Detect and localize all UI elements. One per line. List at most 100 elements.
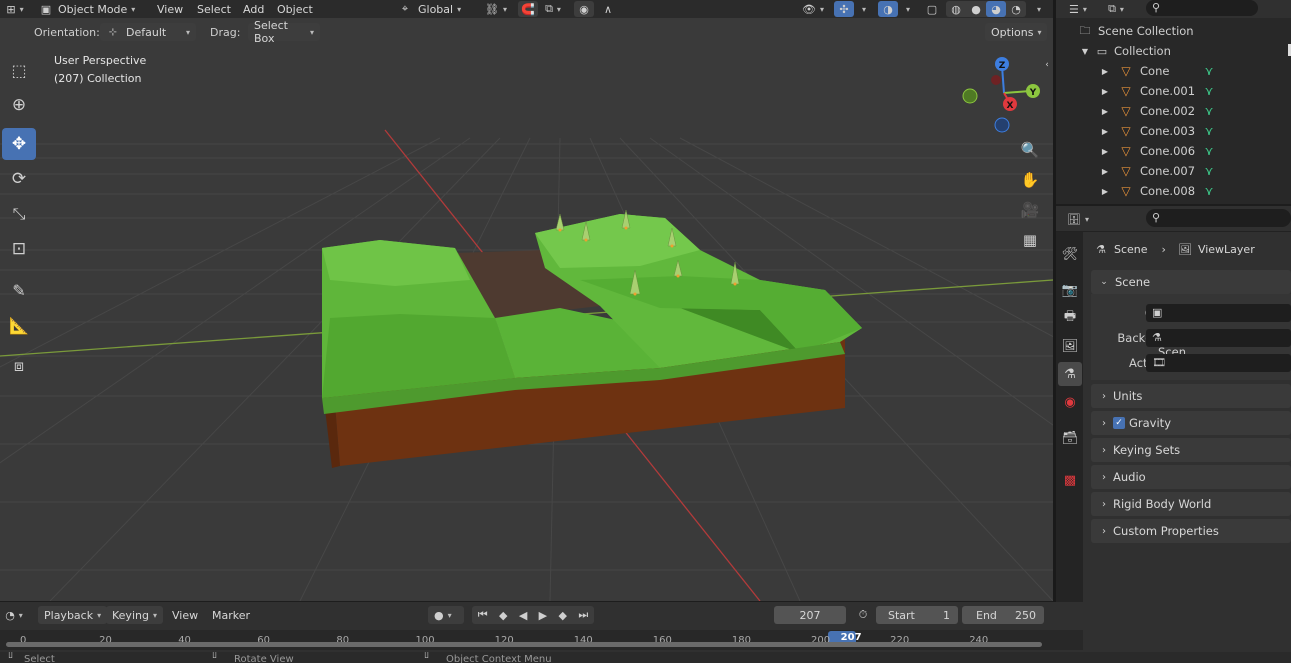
render-tab[interactable]: 📷: [1058, 278, 1082, 302]
play-reverse-icon[interactable]: ◀: [519, 609, 527, 622]
playback-menu[interactable]: Playback ▾: [38, 606, 108, 624]
background-scene-field[interactable]: ⚗: [1146, 329, 1291, 347]
menu-add[interactable]: Add: [243, 0, 264, 18]
camera-field[interactable]: ▣: [1146, 304, 1291, 322]
sidebar-toggle-icon[interactable]: ‹: [1042, 58, 1052, 72]
expand-arrow-icon[interactable]: ▼: [1080, 47, 1090, 56]
ortho-toggle-button[interactable]: ▦: [1016, 226, 1044, 254]
zoom-button[interactable]: 🔍: [1016, 136, 1044, 164]
pan-button[interactable]: ✋: [1016, 166, 1044, 194]
outliner-search[interactable]: ⚲: [1146, 0, 1258, 16]
falloff-icon[interactable]: ∧: [596, 0, 620, 18]
mesh-data-icon[interactable]: ⋎: [1202, 144, 1216, 158]
annotate-tool[interactable]: ✎: [2, 274, 36, 306]
wireframe-shading-icon[interactable]: ◍: [946, 1, 966, 17]
mesh-data-icon[interactable]: ⋎: [1202, 84, 1216, 98]
scale-tool[interactable]: ⤡: [2, 198, 36, 230]
collection-tab[interactable]: 🗃: [1058, 426, 1082, 450]
transform-tool[interactable]: ⊡: [2, 233, 36, 265]
panel-rigid-body-world[interactable]: › Rigid Body World: [1091, 492, 1291, 516]
material-shading-icon[interactable]: ◕: [986, 1, 1006, 17]
rotate-tool[interactable]: ⟳: [2, 163, 36, 195]
menu-select[interactable]: Select: [197, 0, 231, 18]
rendered-shading-icon[interactable]: ◔: [1006, 1, 1026, 17]
outliner-item[interactable]: ▶ ▽ Cone.007 ⋎: [1100, 161, 1216, 181]
scene-tab[interactable]: ⚗: [1058, 362, 1082, 386]
expand-arrow-icon[interactable]: ▶: [1100, 87, 1110, 96]
active-clip-field[interactable]: 🎞: [1146, 354, 1291, 372]
snap-icon[interactable]: 🧲: [518, 1, 538, 17]
timeline-ruler[interactable]: [0, 630, 1083, 650]
play-icon[interactable]: ▶: [539, 609, 547, 622]
tool-tab[interactable]: 🛠: [1058, 242, 1082, 266]
visibility-icon[interactable]: 👁 ▾: [798, 0, 828, 18]
outliner-item[interactable]: ▶ ▽ Cone.002 ⋎: [1100, 101, 1216, 121]
panel-units[interactable]: › Units: [1091, 384, 1291, 408]
auto-keying-toggle[interactable]: ● ▾: [428, 606, 464, 624]
cursor-tool[interactable]: ⊕: [2, 89, 36, 121]
gizmo-toggle-icon[interactable]: ✣: [834, 1, 854, 17]
shading-dropdown-icon[interactable]: ▾: [1030, 0, 1044, 18]
camera-view-button[interactable]: 🎥: [1016, 196, 1044, 224]
outliner-item[interactable]: ▶ ▽ Cone.008 ⋎: [1100, 181, 1216, 201]
add-cube-tool[interactable]: ⧈: [2, 350, 36, 382]
scene-panel-header[interactable]: ⌄ Scene: [1091, 270, 1291, 294]
3d-viewport[interactable]: Z Y X Orientation: ⊹ Default ▾ Drag: Sele…: [0, 18, 1053, 601]
timeline-view-menu[interactable]: View: [172, 606, 198, 624]
view-layer-tab[interactable]: 🖼: [1058, 334, 1082, 358]
world-tab[interactable]: ◉: [1058, 390, 1082, 414]
mesh-data-icon[interactable]: ⋎: [1202, 64, 1216, 78]
overlay-toggle-icon[interactable]: ◑: [878, 1, 898, 17]
end-frame-field[interactable]: End 250: [962, 606, 1044, 624]
options-dropdown[interactable]: Options ▾: [985, 23, 1047, 41]
display-mode-icon[interactable]: ⧉ ▾: [1102, 0, 1130, 18]
outliner-scene-collection[interactable]: 🗀 Scene Collection: [1078, 21, 1194, 41]
orientation-dropdown[interactable]: ⊹ Default ▾: [100, 23, 196, 41]
mesh-data-icon[interactable]: ⋎: [1202, 124, 1216, 138]
outliner-item[interactable]: ▶ ▽ Cone.006 ⋎: [1100, 141, 1216, 161]
pivot-icon[interactable]: ⛓ ▾: [482, 0, 510, 18]
gizmo-dropdown-icon[interactable]: ▾: [856, 0, 868, 18]
expand-arrow-icon[interactable]: ▶: [1100, 107, 1110, 116]
snap-target-icon[interactable]: ⧉ ▾: [540, 0, 566, 18]
proportional-edit-icon[interactable]: ◉: [574, 1, 594, 17]
gravity-checkbox[interactable]: ✓: [1113, 417, 1125, 429]
next-keyframe-icon[interactable]: ◆: [559, 609, 567, 622]
properties-search[interactable]: ⚲: [1146, 209, 1291, 227]
timeline-scrollbar[interactable]: [6, 642, 1042, 647]
start-frame-field[interactable]: Start 1: [876, 606, 958, 624]
prev-keyframe-icon[interactable]: ◆: [499, 609, 507, 622]
select-box-tool[interactable]: ⬚: [2, 54, 36, 86]
expand-arrow-icon[interactable]: ▶: [1100, 147, 1110, 156]
preview-range-icon[interactable]: ⏱: [854, 606, 872, 624]
expand-arrow-icon[interactable]: ▶: [1100, 67, 1110, 76]
mesh-data-icon[interactable]: ⋎: [1202, 104, 1216, 118]
timeline-editor-icon[interactable]: ◔ ▾: [2, 606, 26, 624]
panel-audio[interactable]: › Audio: [1091, 465, 1291, 489]
navigation-gizmo[interactable]: Z Y X: [962, 57, 1040, 133]
menu-view[interactable]: View: [157, 0, 183, 18]
expand-arrow-icon[interactable]: ▶: [1100, 187, 1110, 196]
overlay-dropdown-icon[interactable]: ▾: [900, 0, 912, 18]
jump-start-icon[interactable]: ⏮: [478, 608, 488, 622]
menu-object[interactable]: Object: [277, 0, 313, 18]
mesh-data-icon[interactable]: ⋎: [1202, 164, 1216, 178]
outliner-item[interactable]: ▶ ▽ Cone.003 ⋎: [1100, 121, 1216, 141]
outliner-collection[interactable]: ▼ ▭ Collection: [1080, 41, 1171, 61]
outliner-item[interactable]: ▶ ▽ Cone ⋎: [1100, 61, 1216, 81]
outliner-item[interactable]: ▶ ▽ Cone.001 ⋎: [1100, 81, 1216, 101]
panel-gravity[interactable]: › ✓ Gravity: [1091, 411, 1291, 435]
panel-custom-properties[interactable]: › Custom Properties: [1091, 519, 1291, 543]
editor-type-icon[interactable]: ⊞ ▾: [2, 0, 28, 18]
move-tool[interactable]: ✥: [2, 128, 36, 160]
drag-dropdown[interactable]: Select Box ▾: [248, 19, 320, 45]
marker-menu[interactable]: Marker: [212, 606, 250, 624]
expand-arrow-icon[interactable]: ▶: [1100, 167, 1110, 176]
mode-selector[interactable]: ▣ Object Mode ▾: [38, 0, 136, 18]
solid-shading-icon[interactable]: ●: [966, 1, 986, 17]
xray-icon[interactable]: ▢: [922, 1, 942, 17]
expand-arrow-icon[interactable]: ▶: [1100, 127, 1110, 136]
output-tab[interactable]: 🖶: [1058, 306, 1082, 330]
current-frame-field[interactable]: 207: [774, 606, 846, 624]
outliner-editor-icon[interactable]: ☰ ▾: [1064, 0, 1092, 18]
